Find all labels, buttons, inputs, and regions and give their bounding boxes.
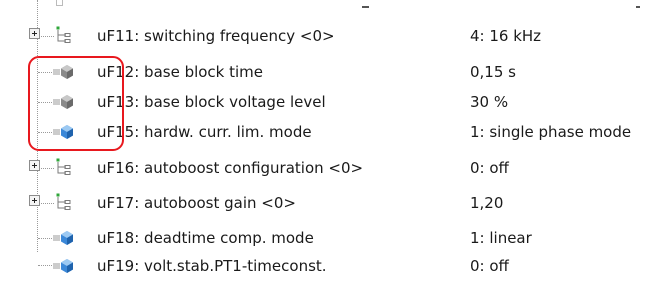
parameter-label: uF11: switching frequency <0> <box>97 27 335 45</box>
tree-row[interactable]: uF15: hardw. curr. lim. mode 1: single p… <box>0 119 661 145</box>
parameter-value: 1: single phase mode <box>470 123 632 141</box>
group-node-icon <box>56 158 71 175</box>
blue-cube-icon <box>53 125 73 139</box>
parameter-value: 0: off <box>470 159 509 177</box>
parameter-label: uF19: volt.stab.PT1-timeconst. <box>97 257 327 275</box>
blue-cube-icon <box>53 259 73 273</box>
tree-row[interactable]: uF12: base block time 0,15 s <box>0 59 661 85</box>
parameter-label: uF12: base block time <box>97 63 264 81</box>
group-node-icon <box>56 193 71 210</box>
blue-cube-icon <box>53 231 73 245</box>
parameter-label: uF17: autoboost gain <0> <box>97 194 296 212</box>
expand-icon[interactable] <box>29 28 40 39</box>
tree-row[interactable]: uF18: deadtime comp. mode 1: linear <box>0 225 661 251</box>
parameter-label: uF16: autoboost configuration <0> <box>97 159 364 177</box>
parameter-value: 4: 16 kHz <box>470 27 542 45</box>
parameter-value: 1,20 <box>470 194 504 212</box>
tree-row[interactable]: uF17: autoboost gain <0> 1,20 <box>0 190 661 216</box>
cut-off-text <box>362 6 369 8</box>
tree-icon-partial <box>56 0 63 6</box>
gray-cube-icon <box>53 65 73 79</box>
parameter-label: uF18: deadtime comp. mode <box>97 229 314 247</box>
parameter-value: 1: linear <box>470 229 532 247</box>
parameter-label: uF15: hardw. curr. lim. mode <box>97 123 312 141</box>
tree-row[interactable]: uF13: base block voltage level 30 % <box>0 89 661 115</box>
expand-icon[interactable] <box>29 195 40 206</box>
tree-row[interactable]: uF16: autoboost configuration <0> 0: off <box>0 155 661 181</box>
cut-off-text <box>636 6 640 8</box>
group-node-icon <box>56 26 71 43</box>
expand-icon[interactable] <box>29 160 40 171</box>
parameter-value: 0: off <box>470 257 509 275</box>
parameter-value: 30 % <box>470 93 509 111</box>
parameter-label: uF13: base block voltage level <box>97 93 326 111</box>
parameter-tree: uF11: switching frequency <0> 4: 16 kHz … <box>0 0 661 285</box>
tree-row[interactable]: uF11: switching frequency <0> 4: 16 kHz <box>0 23 661 49</box>
parameter-value: 0,15 s <box>470 63 516 81</box>
gray-cube-icon <box>53 95 73 109</box>
tree-row[interactable]: uF19: volt.stab.PT1-timeconst. 0: off <box>0 253 661 279</box>
